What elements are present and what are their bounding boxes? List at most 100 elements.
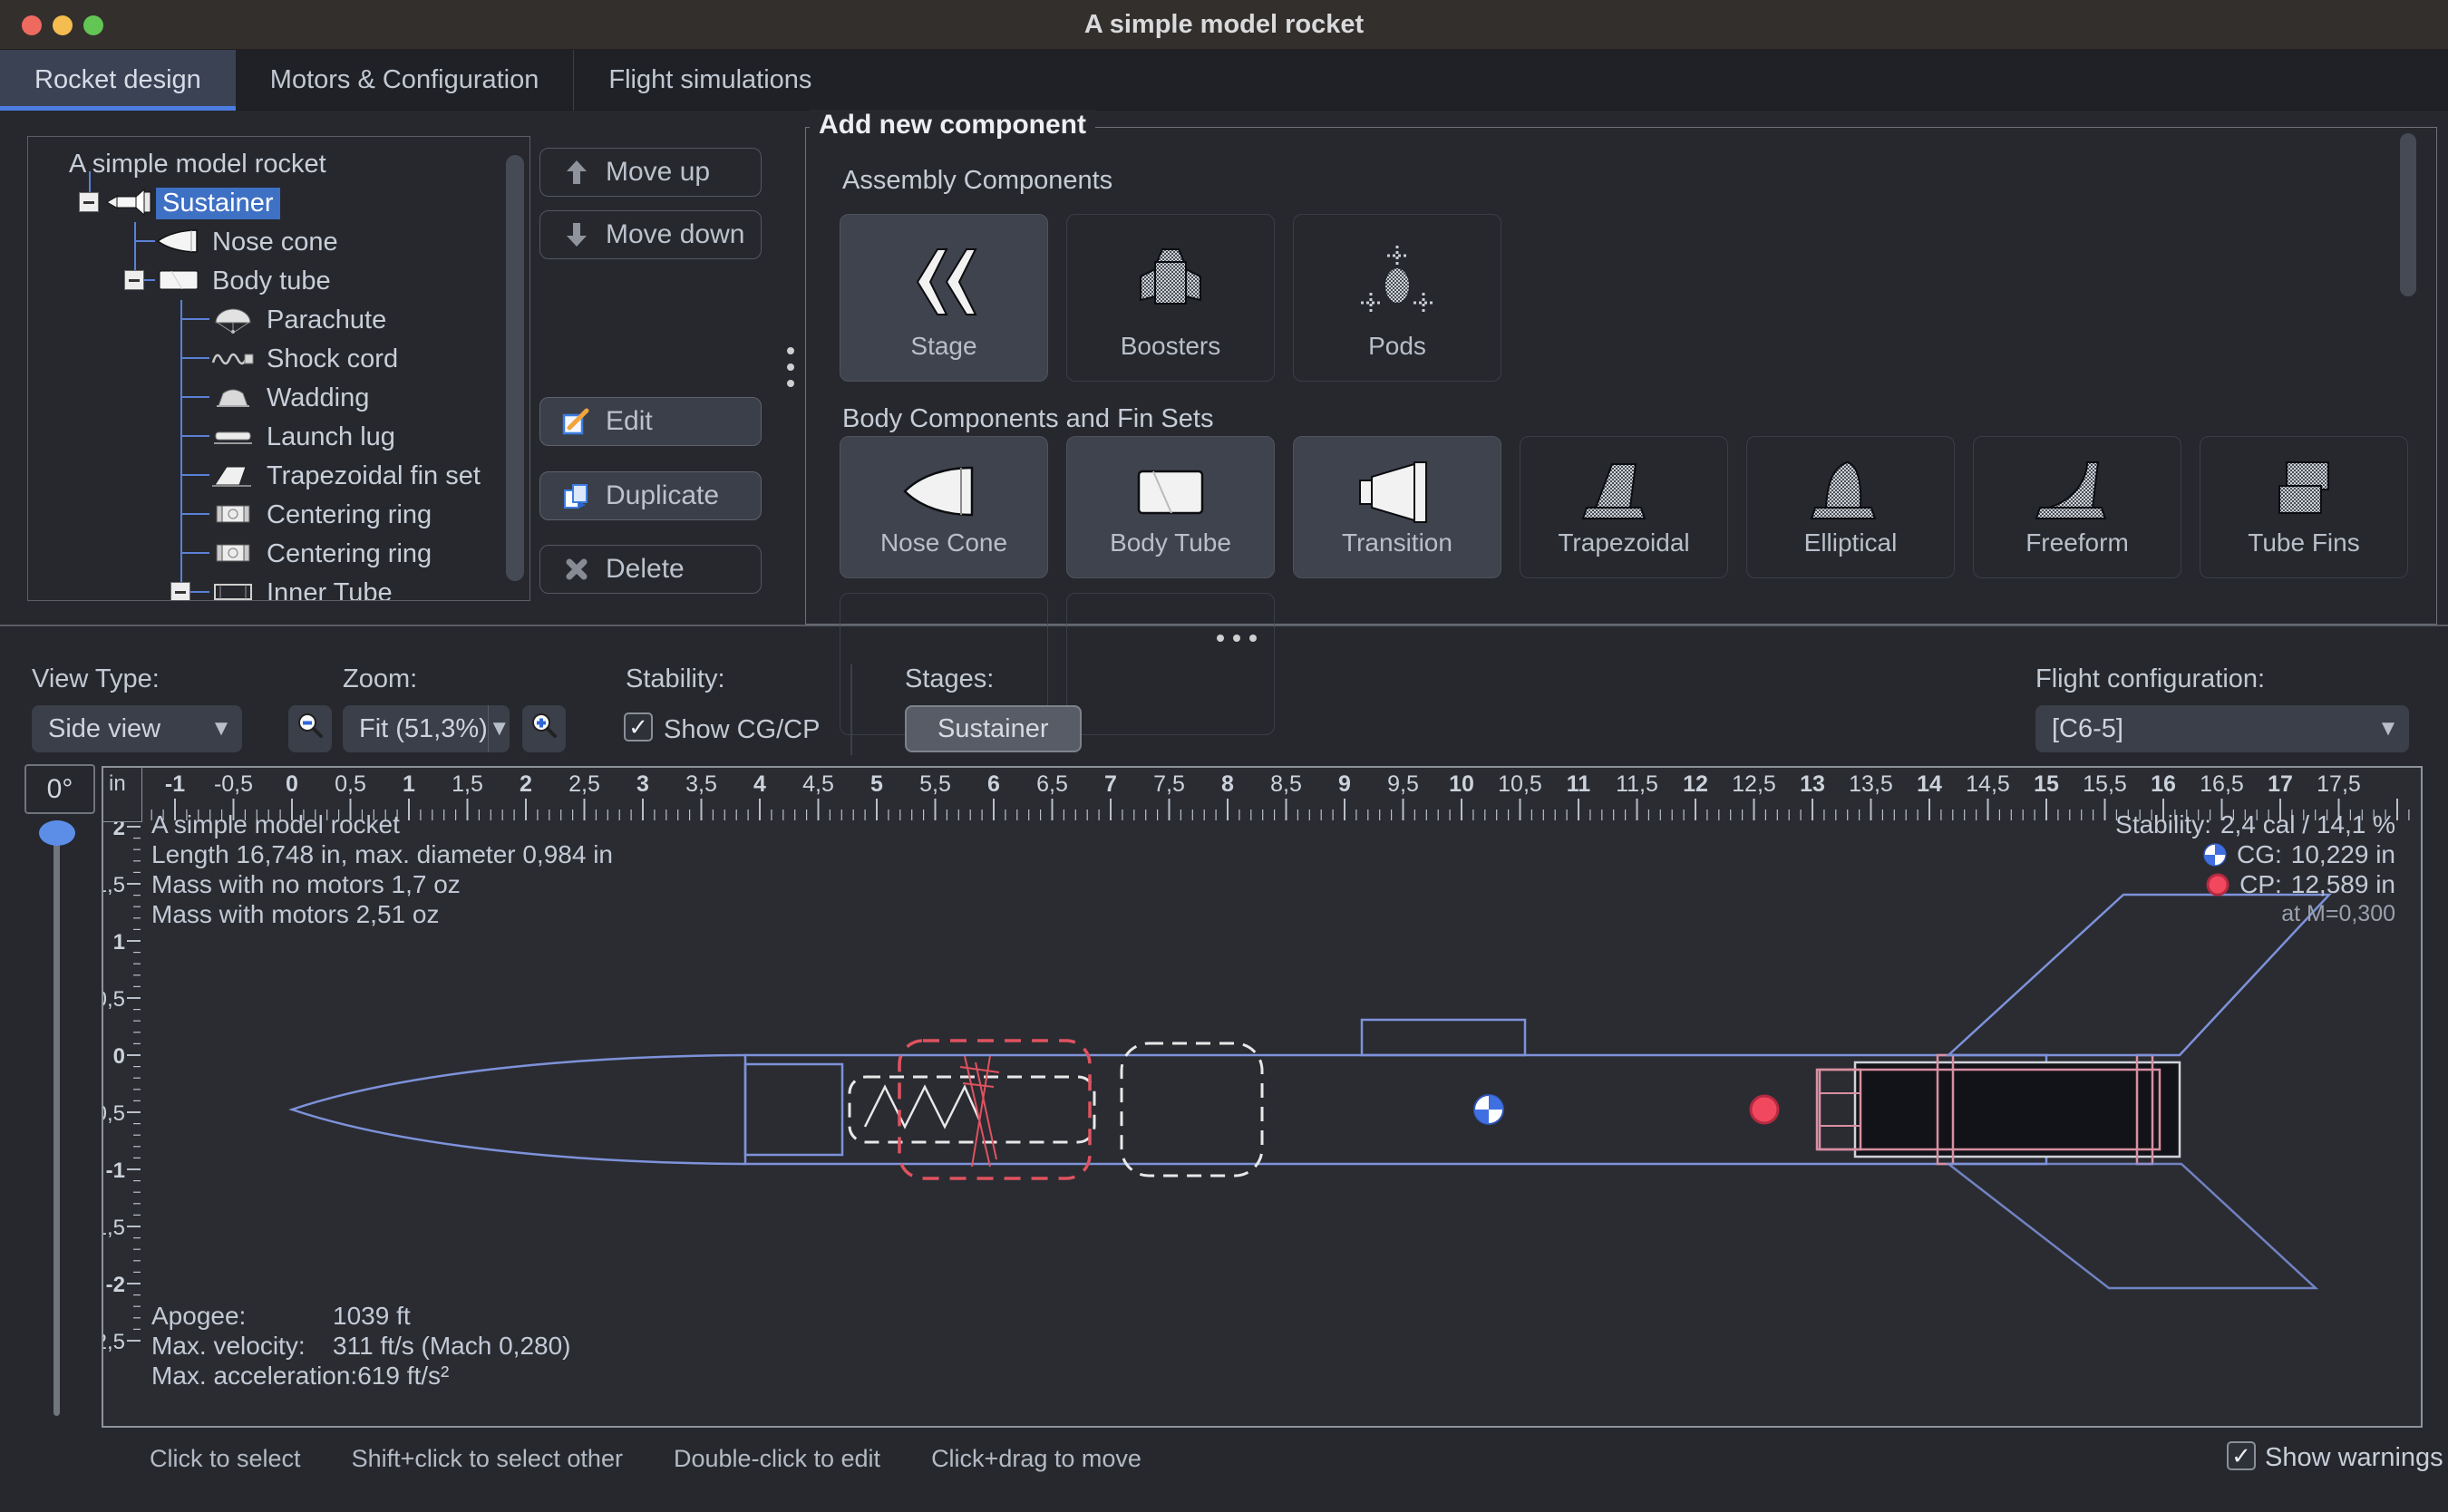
parachute-outline[interactable] (1122, 1043, 1262, 1176)
rocket-info-line: Mass with no motors 1,7 oz (151, 869, 613, 899)
centering-ring-icon (209, 499, 257, 536)
tree-item-trapezoidal-fin-set[interactable]: Trapezoidal fin set (28, 456, 502, 495)
tree-item-inner-tube[interactable]: Inner Tube (28, 573, 502, 601)
tree-item-centering-ring[interactable]: Centering ring (28, 534, 502, 573)
tree-item-label: Wadding (260, 383, 375, 414)
tree-collapse-toggle[interactable] (170, 582, 190, 601)
cg-value: 10,229 in (2291, 839, 2395, 869)
shock-cord-outline[interactable] (899, 1041, 1090, 1178)
tree-item-parachute[interactable]: Parachute (28, 300, 502, 339)
tree-item-sustainer[interactable]: Sustainer (28, 183, 502, 222)
stages-label: Stages: (905, 664, 994, 694)
wadding-zigzag (865, 1087, 979, 1127)
fin-lower-outline[interactable] (1948, 1164, 2316, 1288)
add-tile-body-tube[interactable]: Body Tube (1066, 436, 1275, 578)
transition-icon (1347, 450, 1447, 539)
stability-label: Stability: (626, 664, 725, 694)
stage-toggle-sustainer[interactable]: Sustainer (905, 705, 1082, 752)
horizontal-splitter-handle[interactable] (1217, 635, 1257, 642)
add-component-title: Add new component (810, 110, 1095, 141)
rotation-slider-track[interactable] (53, 827, 60, 1416)
tree-item-a-simple-model-rocket[interactable]: A simple model rocket (28, 144, 502, 183)
launch-lug-outline[interactable] (1362, 1020, 1525, 1055)
cp-label: CP: (2239, 869, 2282, 899)
delete-button[interactable]: Delete (539, 545, 762, 594)
cg-icon (2202, 842, 2228, 867)
motor-outline[interactable] (1855, 1062, 2180, 1157)
duplicate-button[interactable]: Duplicate (539, 471, 762, 520)
tab-rocket-design[interactable]: Rocket design (0, 50, 236, 111)
view-type-select[interactable]: Side view ▼ (32, 705, 242, 752)
nose-shoulder-outline[interactable] (745, 1064, 842, 1155)
move-up-button[interactable]: Move up (539, 148, 762, 197)
tree-connector (180, 435, 209, 437)
tab-label: Flight simulations (608, 65, 811, 95)
tile-label: Boosters (1121, 332, 1221, 361)
stability-info-block: Stability: 2,4 cal / 14,1 % CG: 10,229 i… (2115, 809, 2395, 929)
tree-item-label: Centering ring (260, 499, 438, 531)
show-warnings-label: Show warnings (2265, 1443, 2443, 1473)
tab-motors-configuration[interactable]: Motors & Configuration (236, 50, 574, 111)
zoom-in-icon (528, 710, 560, 749)
add-tile-transition[interactable]: Transition (1293, 436, 1501, 578)
nose-cone-icon (894, 450, 994, 539)
add-tile-stage[interactable]: Stage (840, 214, 1048, 382)
tree-item-label: Parachute (260, 305, 393, 336)
zoom-in-button[interactable] (522, 705, 566, 752)
hint-text: Click+drag to move (931, 1445, 1141, 1472)
duplicate-icon (560, 480, 593, 512)
tree-connector (180, 513, 209, 515)
tree-collapse-toggle[interactable] (124, 270, 144, 290)
inner-tube-icon (209, 577, 257, 601)
rotation-angle-box: 0° (24, 764, 95, 814)
apogee-label: Apogee: (151, 1301, 333, 1331)
tree-item-nose-cone[interactable]: Nose cone (28, 222, 502, 261)
tree-item-body-tube[interactable]: Body tube (28, 261, 502, 300)
rotation-slider-knob[interactable] (39, 820, 75, 846)
rocket-info-line: Length 16,748 in, max. diameter 0,984 in (151, 839, 613, 869)
cp-icon (2205, 872, 2230, 897)
tile-partial[interactable] (1066, 593, 1275, 735)
horizontal-splitter[interactable] (0, 625, 2448, 626)
tree-item-shock-cord[interactable]: Shock cord (28, 339, 502, 378)
zoom-label: Zoom: (343, 664, 417, 694)
tab-flight-simulations[interactable]: Flight simulations (573, 50, 846, 111)
add-panel-scrollbar[interactable] (2400, 133, 2416, 296)
vertical-splitter-handle[interactable] (787, 347, 794, 396)
show-warnings-checkbox[interactable]: ✓ (2227, 1441, 2256, 1470)
arrow-up-icon (560, 156, 593, 189)
tree-connector (180, 318, 209, 320)
flight-stats-block: Apogee:1039 ft Max. velocity:311 ft/s (M… (151, 1301, 571, 1391)
rocket-view-canvas[interactable]: in -1-0,500,511,522,533,544,555,566,577,… (102, 766, 2423, 1428)
hint-text: Double-click to edit (674, 1445, 880, 1472)
body-tube-icon (155, 265, 202, 302)
show-cg-cp-checkbox[interactable]: ✓ (624, 712, 653, 741)
tree-item-wadding[interactable]: Wadding (28, 378, 502, 417)
delete-label: Delete (606, 554, 685, 585)
cp-marker (1751, 1096, 1778, 1123)
component-tree-panel[interactable]: A simple model rocketSustainerNose coneB… (27, 136, 530, 601)
zoom-select[interactable]: Fit (51,3%) ▼ (343, 705, 510, 752)
flight-config-label: Flight configuration: (2035, 664, 2265, 694)
tree-collapse-toggle[interactable] (79, 192, 99, 212)
edit-label: Edit (606, 406, 653, 437)
nose-cone-outline[interactable] (292, 1055, 745, 1164)
flight-config-select[interactable]: [C6-5] ▼ (2035, 705, 2409, 752)
move-down-label: Move down (606, 219, 744, 250)
delete-cross-icon (560, 553, 593, 586)
stage-icon (894, 240, 994, 330)
rocket-info-block: A simple model rocketLength 16,748 in, m… (151, 809, 613, 929)
tree-item-centering-ring[interactable]: Centering ring (28, 495, 502, 534)
rocket-stage-icon (105, 187, 152, 224)
tree-connector (134, 240, 155, 242)
boosters-icon (1121, 240, 1220, 330)
edit-button[interactable]: Edit (539, 397, 762, 446)
add-tile-nose-cone[interactable]: Nose Cone (840, 436, 1048, 578)
body-tube-outline[interactable] (745, 1055, 2046, 1164)
chevron-down-icon: ▼ (488, 705, 510, 752)
tree-item-launch-lug[interactable]: Launch lug (28, 417, 502, 456)
shock-cord-icon (209, 343, 257, 380)
move-down-button[interactable]: Move down (539, 210, 762, 259)
tree-scrollbar[interactable] (506, 155, 524, 581)
zoom-out-button[interactable] (288, 705, 332, 752)
